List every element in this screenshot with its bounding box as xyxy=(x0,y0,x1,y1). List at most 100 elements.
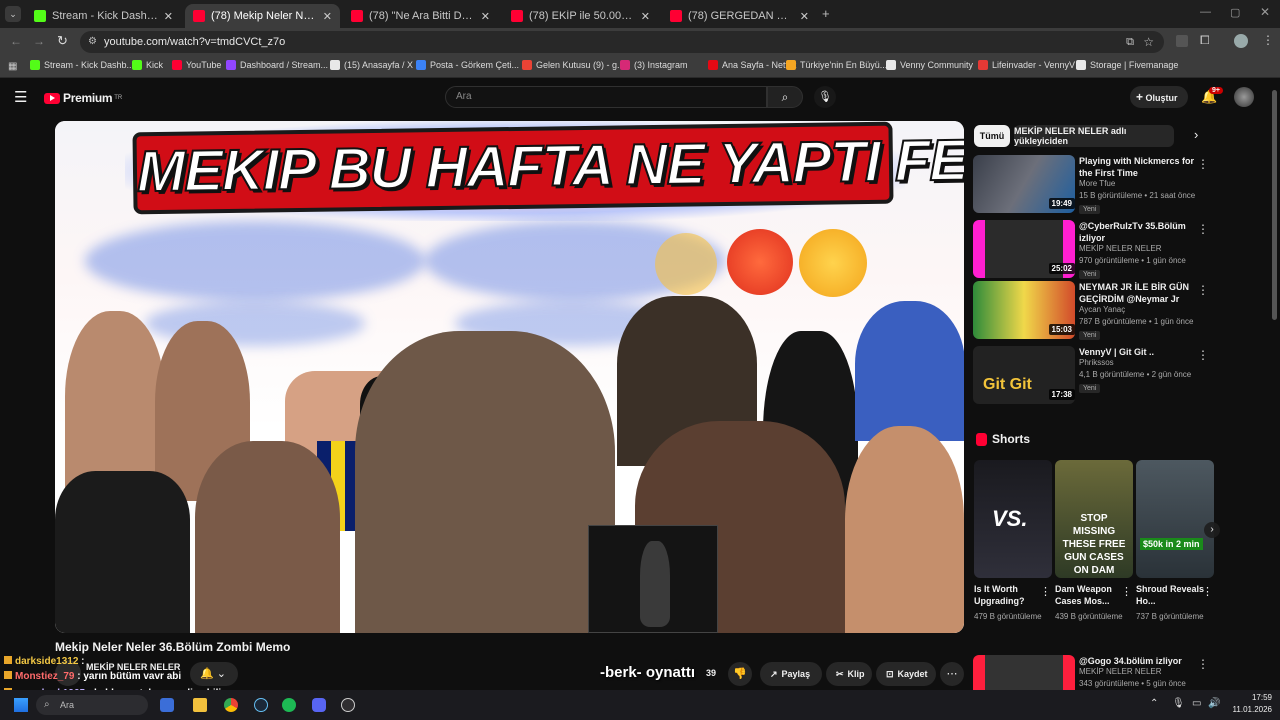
taskbar-app-icon[interactable] xyxy=(160,698,174,712)
profile-avatar[interactable] xyxy=(1234,34,1248,48)
tab-close-icon[interactable]: ✕ xyxy=(164,10,173,23)
taskbar-search-box[interactable]: ⌕ Ara xyxy=(36,695,148,715)
extensions-puzzle-icon[interactable]: ⧠ xyxy=(1200,33,1210,48)
short-title[interactable]: Is It Worth Upgrading? xyxy=(974,583,1044,607)
bookmark-item[interactable]: Lifeinvader - VennyV xyxy=(978,60,1075,70)
install-app-icon[interactable]: ⧉ xyxy=(1126,31,1134,53)
tray-chevron-icon[interactable]: ⌃ xyxy=(1150,698,1158,709)
short-more-options-icon[interactable]: ⋮ xyxy=(1202,585,1213,598)
hamburger-menu-icon[interactable]: ☰ xyxy=(14,88,27,106)
bookmark-item[interactable]: Dashboard / Stream... xyxy=(226,60,328,70)
more-options-icon[interactable]: ⋮ xyxy=(1197,348,1209,362)
tab-1[interactable]: Stream - Kick Dashboard ✕ xyxy=(26,4,181,28)
url-input[interactable]: ⚙ youtube.com/watch?v=tmdCVCt_z7o ⧉ ☆ xyxy=(80,31,1164,53)
youtube-logo[interactable]: Premium TR xyxy=(44,91,122,105)
maximize-icon[interactable]: ▢ xyxy=(1230,6,1240,19)
video-channel[interactable]: More Tfue xyxy=(1079,179,1115,188)
tab-close-icon[interactable]: ✕ xyxy=(481,10,490,23)
video-channel[interactable]: Aycan Yanaç xyxy=(1079,305,1125,314)
site-info-icon[interactable]: ⚙ xyxy=(88,31,97,53)
tab-2[interactable]: (78) Mekip Neler Neler 36.Bölüm ✕ xyxy=(185,4,340,28)
save-button[interactable]: ⊡ Kaydet xyxy=(876,662,936,686)
more-options-icon[interactable]: ⋮ xyxy=(1197,657,1209,671)
bookmark-item[interactable]: (15) Anasayfa / X xyxy=(330,60,413,70)
bookmark-item[interactable]: Türkiye'nin En Büyü... xyxy=(786,60,887,70)
file-explorer-icon[interactable] xyxy=(193,698,207,712)
short-title[interactable]: Shroud Reveals Ho... xyxy=(1136,583,1206,607)
short-thumbnail[interactable]: VS. xyxy=(974,460,1052,578)
reload-icon[interactable]: ↻ xyxy=(57,33,68,49)
browser-menu-icon[interactable]: ⋮ xyxy=(1262,33,1274,47)
more-actions-button[interactable]: ⋯ xyxy=(940,662,964,686)
page-scrollbar[interactable] xyxy=(1272,90,1277,320)
steam-icon[interactable] xyxy=(254,698,268,712)
short-more-options-icon[interactable]: ⋮ xyxy=(1040,585,1051,598)
bookmark-item[interactable]: Kick xyxy=(132,60,163,70)
recommended-video[interactable]: @Gogo 34.bölüm izliyor MEKİP NELER NELER 3… xyxy=(973,655,1213,713)
back-icon[interactable]: ← xyxy=(10,34,22,48)
short-title[interactable]: Dam Weapon Cases Mos... xyxy=(1055,583,1125,607)
windows-start-icon[interactable] xyxy=(14,698,28,712)
subscribe-bell-button[interactable]: 🔔 ⌄ xyxy=(190,662,238,686)
more-options-icon[interactable]: ⋮ xyxy=(1197,157,1209,171)
recommended-video[interactable]: Git Git 17:38 VennyV | Git Git .. Phrikssos… xyxy=(973,346,1213,404)
forward-icon[interactable]: → xyxy=(33,34,45,48)
recommended-video[interactable]: 15:03 NEYMAR JR İLE BİR GÜN GEÇİRDİM @Ney… xyxy=(973,281,1213,340)
more-options-icon[interactable]: ⋮ xyxy=(1197,222,1209,236)
tab-3[interactable]: (78) "Ne Ara Bitti Dedirten Vide ✕ xyxy=(343,4,498,28)
spotify-icon[interactable] xyxy=(282,698,296,712)
bookmark-item[interactable]: Venny Community xyxy=(886,60,973,70)
obs-icon[interactable] xyxy=(341,698,355,712)
network-icon[interactable]: ▭ xyxy=(1192,698,1201,709)
share-button[interactable]: ↗ Paylaş xyxy=(760,662,822,686)
search-button[interactable]: ⌕ xyxy=(767,86,803,108)
tab-search-icon[interactable]: ⌄ xyxy=(5,6,21,22)
tab-close-icon[interactable]: ✕ xyxy=(800,10,809,23)
voice-search-icon[interactable]: 🎙 xyxy=(814,86,836,108)
bookmark-item[interactable]: Storage | Fivemanage xyxy=(1076,60,1178,70)
recommended-video[interactable]: 25:02 @CyberRulzTv 35.Bölüm izliyor MEKİP … xyxy=(973,220,1213,279)
tab-4[interactable]: (78) EKİP ile 50.000TL ÖDÜLLÜ ✕ xyxy=(503,4,658,28)
chips-next-icon[interactable]: › xyxy=(1194,127,1198,142)
bookmark-item[interactable]: Ana Sayfa - Netflix xyxy=(708,60,797,70)
chip-all[interactable]: Tümü xyxy=(974,125,1010,147)
dislike-button[interactable]: 👎 xyxy=(728,662,752,686)
short-thumbnail[interactable]: STOP MISSING THESE FREE GUN CASES ON DAM xyxy=(1055,460,1133,578)
tab-close-icon[interactable]: ✕ xyxy=(323,10,332,23)
tab-5[interactable]: (78) GERGEDAN YAR | Madara ✕ xyxy=(662,4,817,28)
account-avatar[interactable] xyxy=(1234,87,1254,107)
bookmark-item[interactable]: Posta - Görkem Çeti... xyxy=(416,60,519,70)
chrome-icon[interactable] xyxy=(224,698,238,712)
new-tab-icon[interactable]: + xyxy=(822,6,830,21)
short-more-options-icon[interactable]: ⋮ xyxy=(1121,585,1132,598)
bookmark-item[interactable]: YouTube xyxy=(172,60,221,70)
volume-icon[interactable]: 🔊 xyxy=(1208,698,1220,709)
apps-grid-icon[interactable]: ▦ xyxy=(8,61,17,72)
bookmark-label: Türkiye'nin En Büyü... xyxy=(800,60,888,70)
video-channel[interactable]: Phrikssos xyxy=(1079,358,1114,367)
bookmark-item[interactable]: Stream - Kick Dashb... xyxy=(30,60,134,70)
close-window-icon[interactable]: ✕ xyxy=(1260,5,1270,19)
taskbar-time[interactable]: 17:59 xyxy=(1232,693,1272,702)
video-player[interactable]: MEKIP BU HAFTA NE YAPTI FENA xyxy=(55,121,964,633)
clip-button[interactable]: ✂ Klip xyxy=(826,662,872,686)
bookmark-item[interactable]: Gelen Kutusu (9) - g... xyxy=(522,60,625,70)
video-channel[interactable]: MEKİP NELER NELER xyxy=(1079,244,1162,253)
discord-icon[interactable] xyxy=(312,698,326,712)
shorts-next-icon[interactable]: › xyxy=(1204,522,1220,538)
create-button[interactable]: + Oluştur xyxy=(1130,86,1188,108)
like-count[interactable]: 39 xyxy=(706,668,716,678)
more-options-icon[interactable]: ⋮ xyxy=(1197,283,1209,297)
bookmark-star-icon[interactable]: ☆ xyxy=(1143,31,1154,53)
taskbar-date[interactable]: 11.01.2026 xyxy=(1222,705,1272,714)
extension-icon[interactable] xyxy=(1176,35,1188,47)
search-input[interactable]: Ara xyxy=(445,86,767,108)
minimize-icon[interactable]: — xyxy=(1200,6,1211,18)
tab-close-icon[interactable]: ✕ xyxy=(641,10,650,23)
chip-from-uploader[interactable]: MEKİP NELER NELER adlı yükleyiciden xyxy=(1014,125,1174,147)
short-thumbnail[interactable]: $50k in 2 min xyxy=(1136,460,1214,578)
recommended-video[interactable]: 19:49 Playing with Nickmercs for the Firs… xyxy=(973,155,1213,214)
microphone-icon[interactable]: 🎙 xyxy=(1172,698,1185,709)
bookmark-item[interactable]: (3) Instagram xyxy=(620,60,688,70)
video-channel[interactable]: MEKİP NELER NELER xyxy=(1079,667,1162,676)
